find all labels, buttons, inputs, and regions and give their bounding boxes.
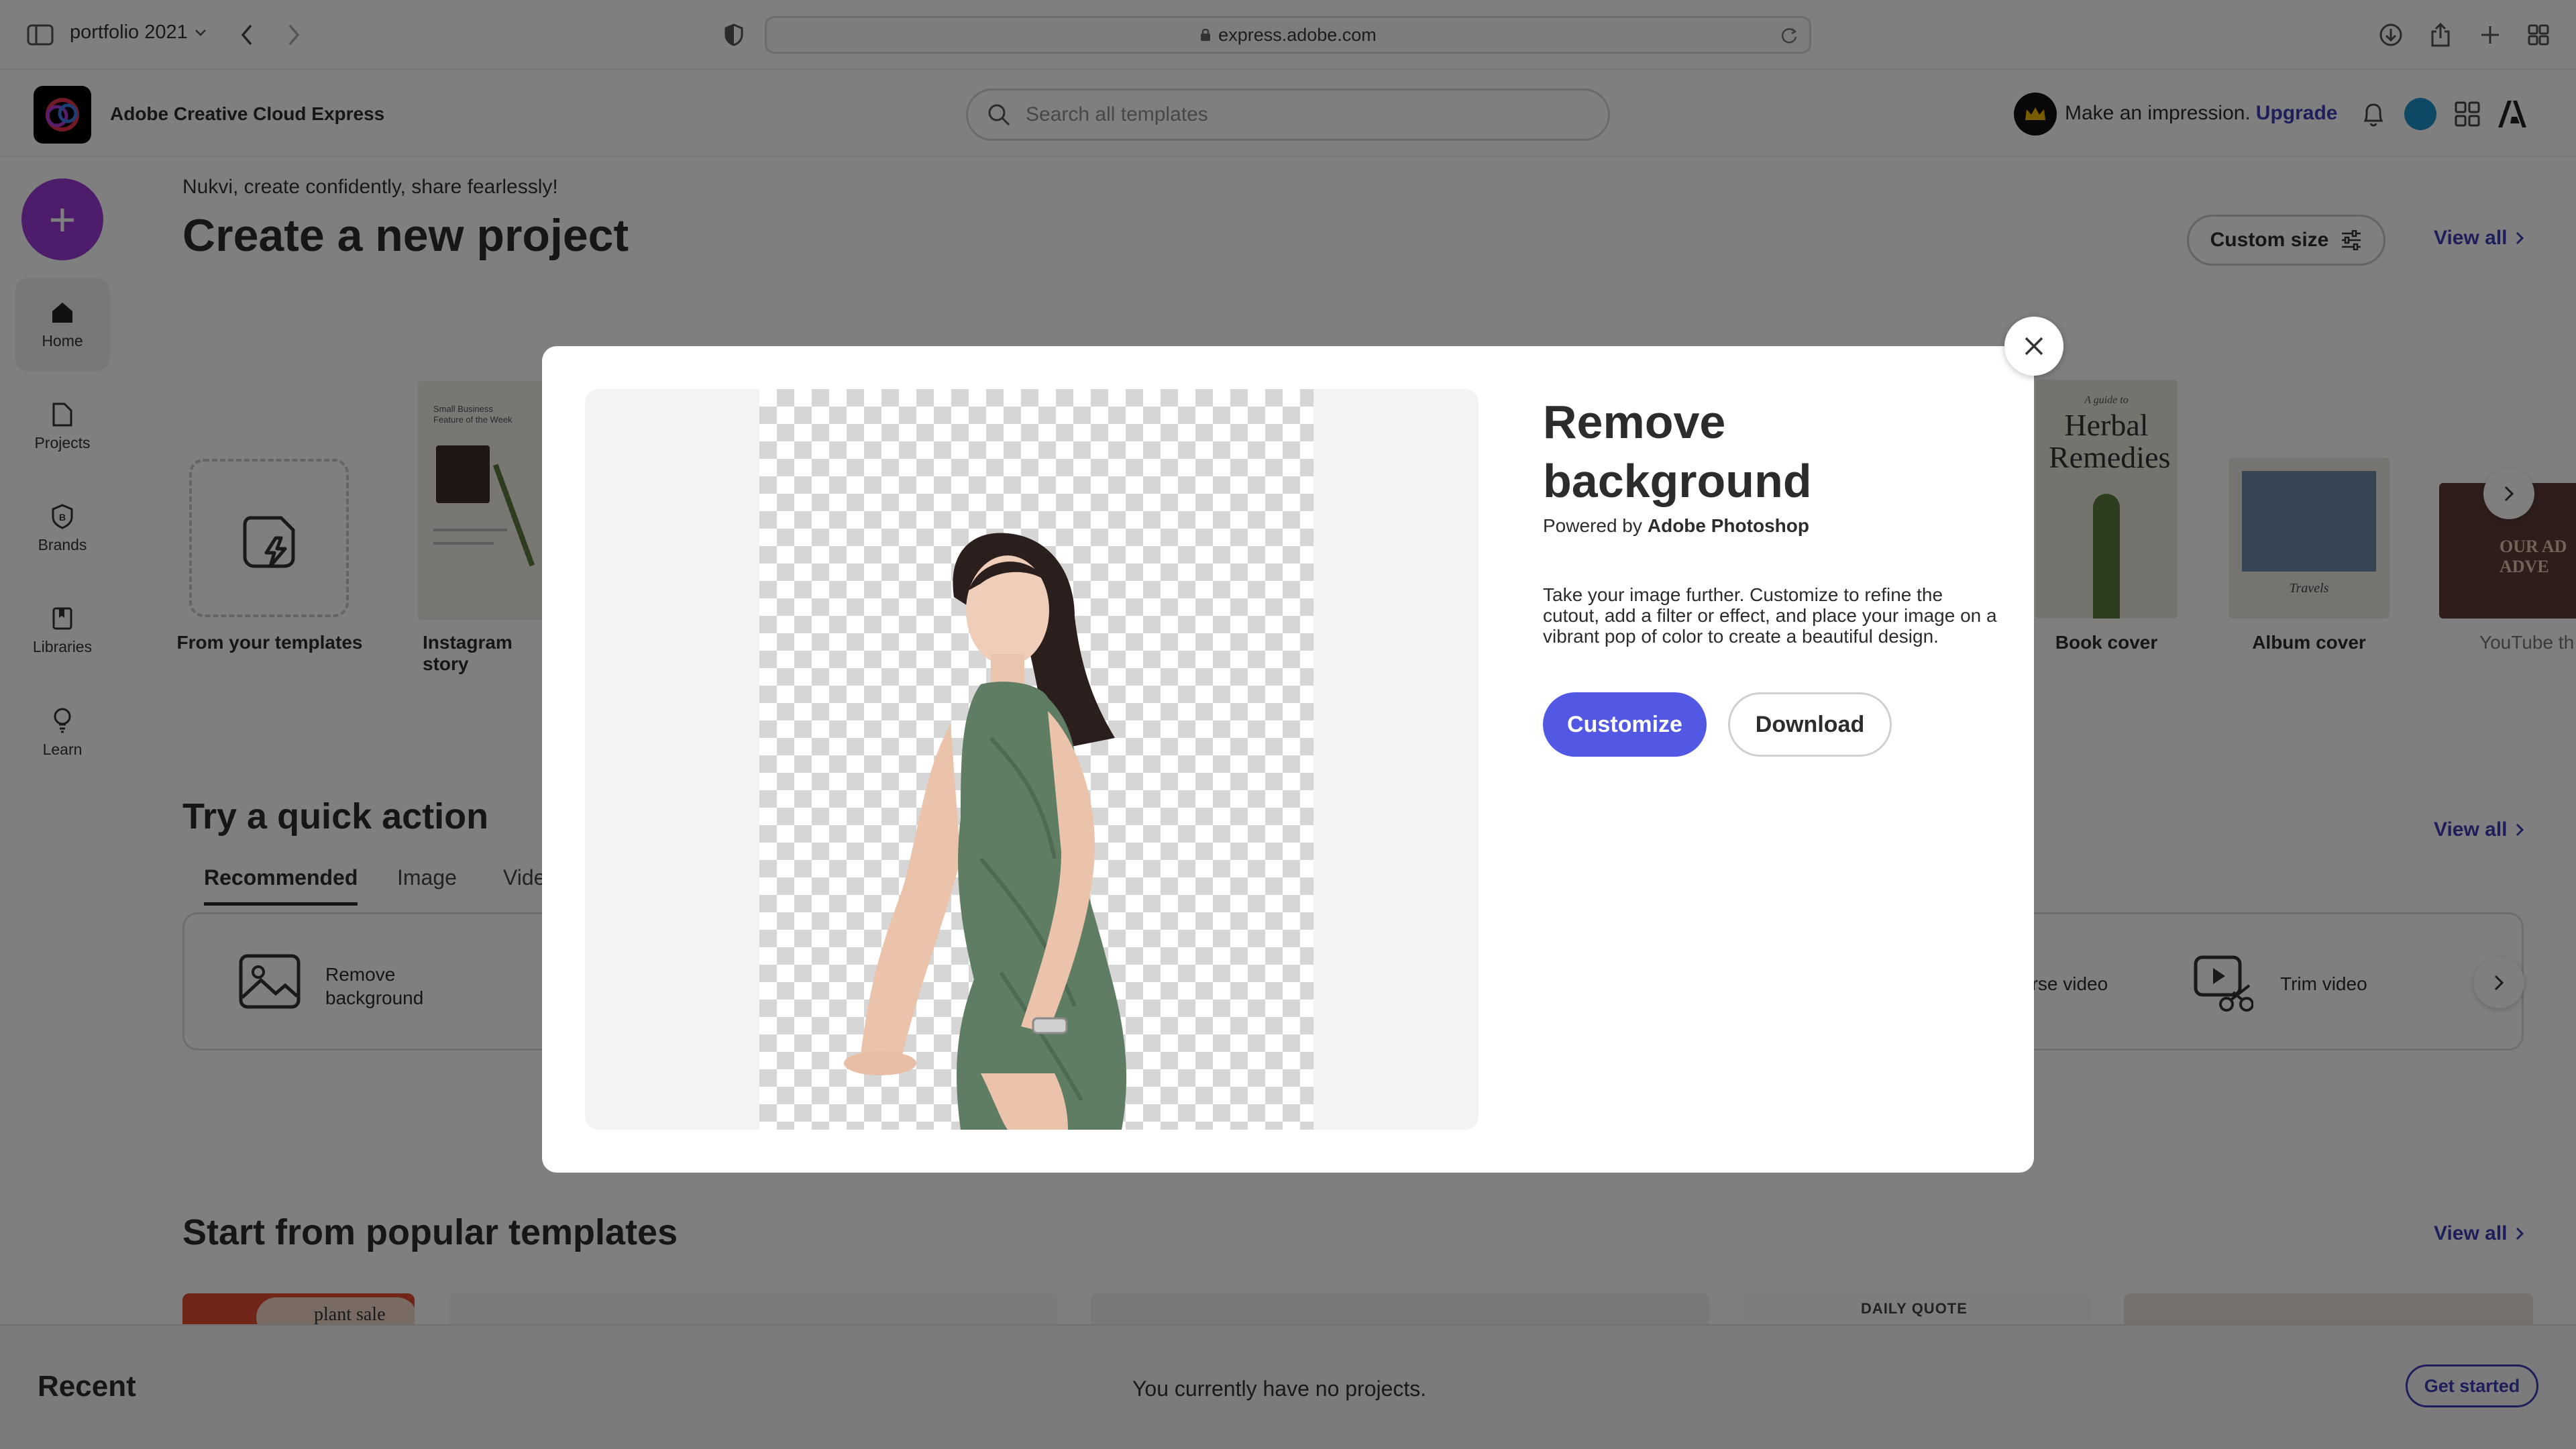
- dialog-description: Take your image further. Customize to re…: [1543, 584, 1997, 647]
- dialog-title: Remove background: [1543, 396, 1812, 507]
- customize-button[interactable]: Customize: [1543, 692, 1707, 757]
- powered-by-brand: Adobe Photoshop: [1647, 515, 1809, 536]
- download-button[interactable]: Download: [1728, 692, 1892, 757]
- close-icon: [2023, 335, 2045, 357]
- close-dialog-button[interactable]: [2004, 317, 2063, 376]
- subject-cutout-image: [844, 533, 1127, 1130]
- powered-by-prefix: Powered by: [1543, 515, 1642, 536]
- image-preview: [585, 389, 1479, 1130]
- powered-by-line: Powered by Adobe Photoshop: [1543, 515, 1809, 537]
- remove-background-dialog: Remove background Powered by Adobe Photo…: [542, 346, 2034, 1173]
